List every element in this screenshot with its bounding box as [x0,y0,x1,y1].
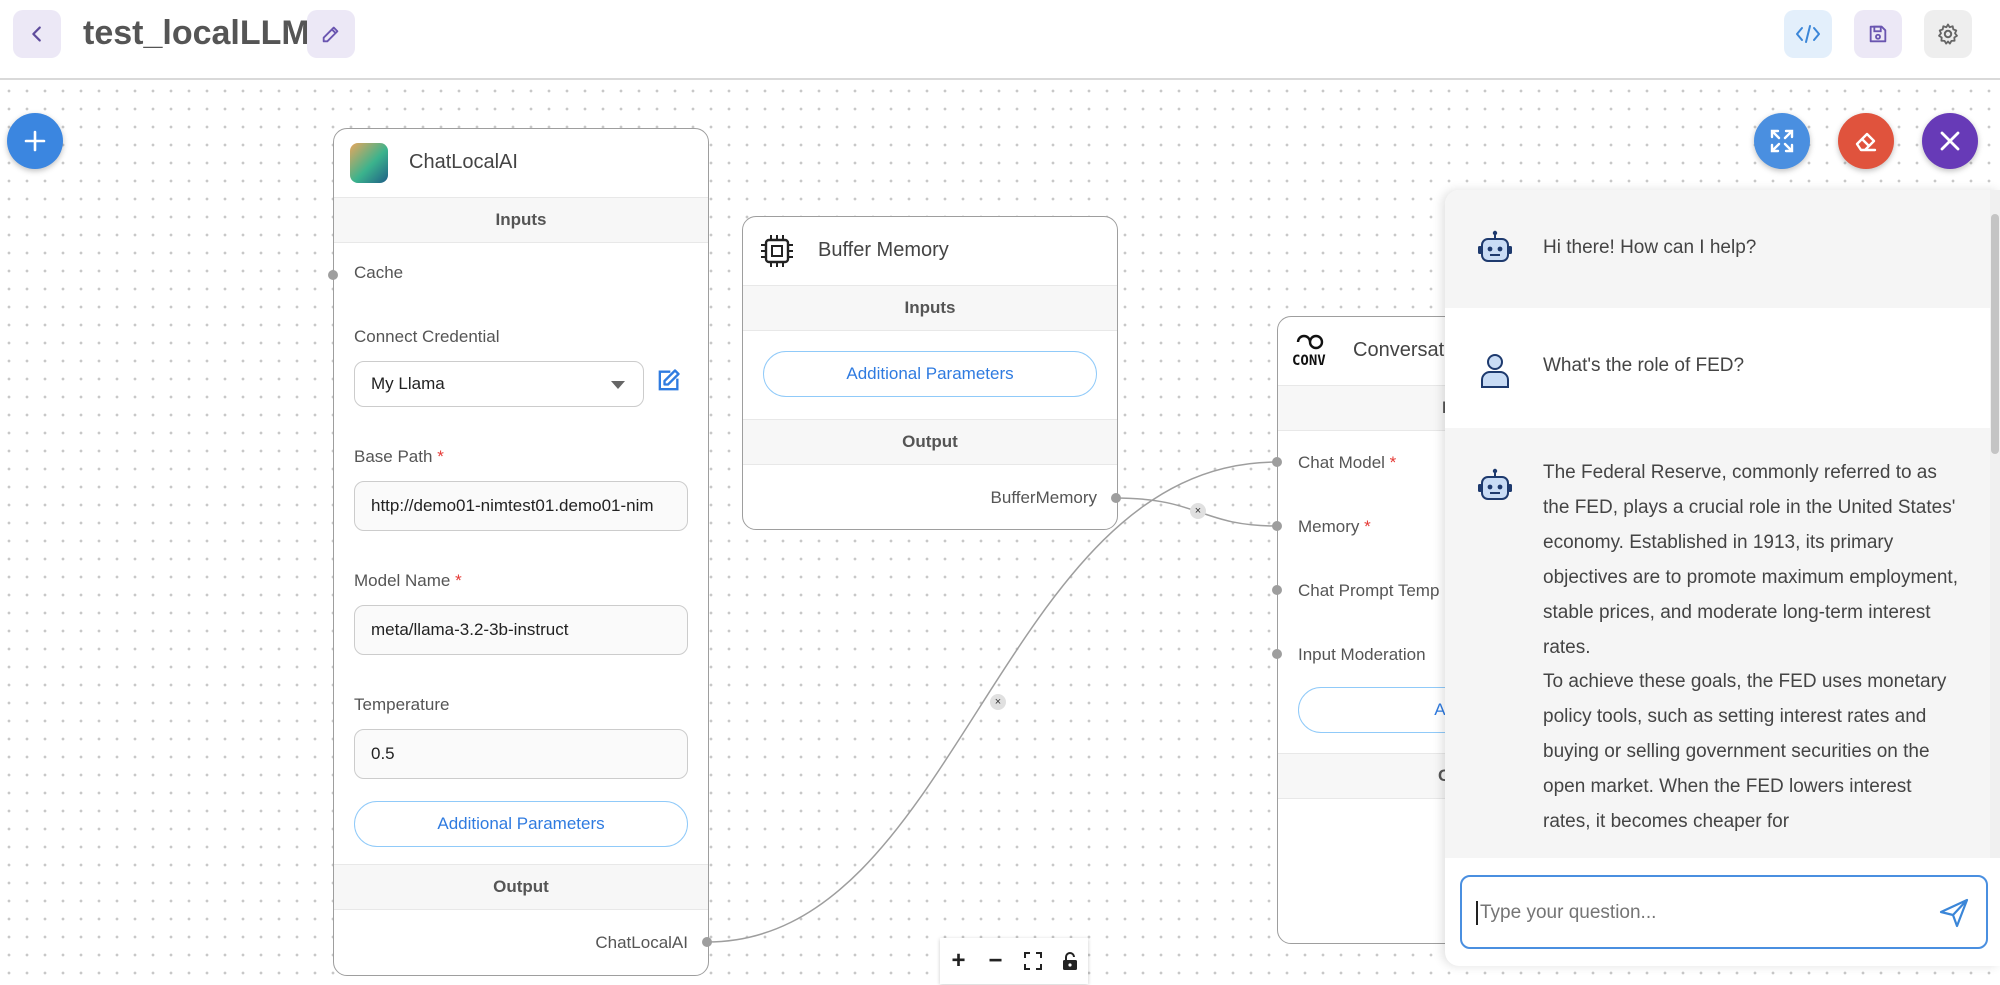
message-text: The Federal Reserve, commonly referred t… [1543,462,1958,658]
close-icon [1940,131,1960,151]
base-path-label: Base Path * [354,447,444,467]
cache-label: Cache [354,263,404,282]
close-chat-button[interactable] [1922,113,1978,169]
base-path-input[interactable]: http://demo01-nimtest01.demo01-nim [354,481,688,531]
model-name-value: meta/llama-3.2-3b-instruct [371,620,569,639]
additional-parameters-button[interactable]: Additional Parameters [354,801,688,847]
credential-label: Connect Credential [354,327,500,346]
fit-view-button[interactable] [1018,946,1048,976]
save-button[interactable] [1854,10,1902,58]
chat-message: Hi there! How can I help? [1445,190,1990,308]
zoom-out-button[interactable]: − [981,946,1011,976]
lock-button[interactable] [1055,946,1085,976]
gear-icon [1938,23,1958,45]
output-label: ChatLocalAI [595,933,688,952]
memory-label-text: Memory [1298,517,1360,536]
memory-chip-icon [761,235,793,267]
back-button[interactable] [13,10,61,58]
page-title: test_localLLM [83,14,310,52]
chatlocalai-output-handle[interactable] [702,937,712,947]
memory-label: Memory * [1298,517,1371,537]
chat-prompt-input-handle[interactable] [1272,585,1282,595]
edit-credential-icon[interactable] [654,367,682,395]
inputs-section-header: Inputs [334,197,708,243]
temperature-label: Temperature [354,695,450,714]
input-moderation-label: Input Moderation [1298,645,1426,664]
zoom-in-button[interactable]: + [944,946,974,976]
node-title: Buffer Memory [818,239,949,261]
conv-icon-text: CONV [1292,353,1326,369]
inputs-section-header: Inputs [743,285,1117,331]
required-mark: * [1389,453,1397,472]
chat-model-label-text: Chat Model [1298,453,1385,472]
chat-model-label: Chat Model * [1298,453,1396,473]
caret-down-icon [611,381,625,389]
credential-value: My Llama [371,374,445,393]
save-icon [1869,25,1887,43]
node-title: ChatLocalAI [409,151,518,173]
conv-logo-icon: CONV [1292,331,1332,373]
model-name-label-text: Model Name [354,571,451,590]
required-mark: * [1364,517,1371,536]
chat-scrollbar[interactable] [1990,190,2000,858]
send-icon[interactable] [1938,897,1970,929]
pencil-icon [322,26,339,43]
output-section-header: Output [334,864,708,910]
input-moderation-input-handle[interactable] [1272,649,1282,659]
user-icon [1481,354,1509,388]
eraser-icon [1855,132,1877,152]
additional-parameters-button[interactable]: Additional Parameters [763,351,1097,397]
base-path-value: http://demo01-nimtest01.demo01-nim [371,496,654,515]
edge-delete-button[interactable]: × [1190,503,1206,519]
output-label: BufferMemory [990,488,1097,507]
chat-panel: Hi there! How can I help? What's the rol… [1445,190,2000,966]
chat-model-input-handle[interactable] [1272,457,1282,467]
text-cursor [1476,901,1478,925]
robot-icon [1478,468,1512,500]
temperature-value: 0.5 [371,744,395,763]
node-title: Conversat [1353,339,1445,361]
clear-chat-button[interactable] [1838,113,1894,169]
plus-icon [24,130,46,152]
required-mark: * [455,571,462,590]
expand-chat-button[interactable] [1754,113,1810,169]
zoom-controls: + − [940,938,1088,984]
output-section-header: Output [743,419,1117,465]
view-code-button[interactable] [1784,10,1832,58]
temperature-input[interactable]: 0.5 [354,729,688,779]
chat-message: The Federal Reserve, commonly referred t… [1445,428,1990,858]
buffermemory-output-handle[interactable] [1111,493,1121,503]
localai-logo-icon [350,143,388,183]
node-chatlocalai[interactable]: ChatLocalAI Inputs Cache Connect Credent… [333,128,709,976]
chat-question-input[interactable] [1480,889,1920,937]
code-icon [1796,25,1820,43]
node-header: ChatLocalAI [334,129,708,197]
expand-icon [1770,129,1794,153]
message-text: What's the role of FED? [1543,355,1745,376]
robot-icon [1478,230,1512,262]
cache-input-handle[interactable] [328,270,338,280]
edge-delete-button[interactable]: × [990,694,1006,710]
app-header: test_localLLM [0,0,2000,80]
settings-button[interactable] [1924,10,1972,58]
chat-scrollbar-thumb[interactable] [1991,214,1999,454]
edit-title-button[interactable] [307,10,355,58]
chat-input-box[interactable] [1460,875,1988,949]
chevron-left-icon [32,26,41,42]
node-buffer-memory[interactable]: Buffer Memory Inputs Additional Paramete… [742,216,1118,530]
node-header: Buffer Memory [743,217,1117,285]
chat-prompt-template-label: Chat Prompt Temp [1298,581,1440,600]
model-name-label: Model Name * [354,571,462,591]
message-text: To achieve these goals, the FED uses mon… [1543,671,1947,832]
memory-input-handle[interactable] [1272,521,1282,531]
model-name-input[interactable]: meta/llama-3.2-3b-instruct [354,605,688,655]
required-mark: * [437,447,444,466]
lock-icon [1062,952,1077,970]
add-node-button[interactable] [7,113,63,169]
fit-view-icon [1023,952,1042,970]
chat-message: What's the role of FED? [1445,308,1990,428]
base-path-label-text: Base Path [354,447,433,466]
credential-select[interactable]: My Llama [354,361,644,407]
message-text: Hi there! How can I help? [1543,237,1757,258]
